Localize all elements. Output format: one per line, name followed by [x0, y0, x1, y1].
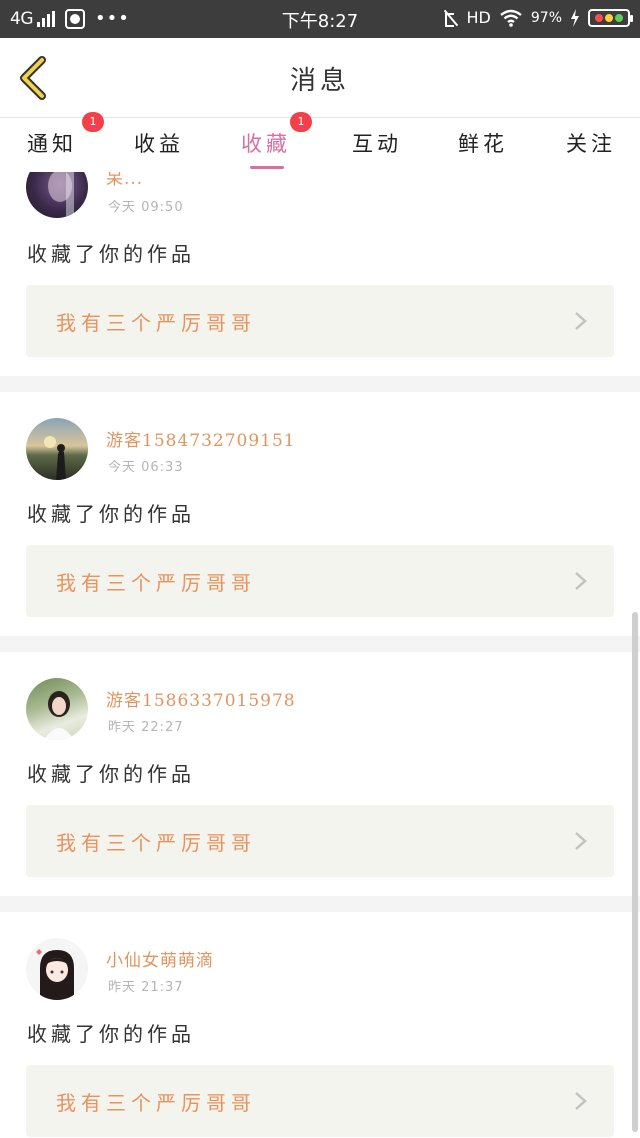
- tab-bar: 通知 1 收益 收藏 1 互动 鲜花 关注: [0, 112, 640, 172]
- username[interactable]: 游客1586337015978: [106, 686, 296, 711]
- timestamp: 昨天 22:27: [108, 720, 184, 735]
- scrollbar[interactable]: [632, 612, 638, 1132]
- chevron-right-icon: [575, 1092, 587, 1110]
- work-title: 我有三个严厉哥哥: [56, 1091, 256, 1115]
- timestamp: 今天 06:33: [108, 460, 184, 475]
- header: 消息: [0, 38, 640, 118]
- battery-icon: [588, 8, 633, 27]
- username[interactable]: 游客1584732709151: [106, 426, 296, 451]
- timestamp: 昨天 21:37: [108, 980, 184, 995]
- timestamp: 今天 09:50: [108, 200, 184, 215]
- tab-earnings[interactable]: 收益: [134, 128, 184, 158]
- avatar[interactable]: [26, 938, 88, 1000]
- tab-favorites[interactable]: 收藏: [241, 128, 291, 158]
- hd-indicator: HD: [466, 8, 491, 27]
- work-title: 我有三个严厉哥哥: [56, 831, 256, 855]
- active-tab-indicator: [250, 166, 284, 169]
- separator: [0, 896, 640, 912]
- work-link[interactable]: 我有三个严厉哥哥: [26, 285, 614, 357]
- mute-icon: [443, 10, 459, 27]
- action-text: 收藏了你的作品: [27, 1022, 195, 1046]
- action-text: 收藏了你的作品: [27, 242, 195, 266]
- list-item: 呆... 今天 09:50 收藏了你的作品 我有三个严厉哥哥: [0, 172, 640, 376]
- page-title: 消息: [289, 66, 350, 96]
- username[interactable]: 小仙女萌萌滴: [106, 946, 214, 971]
- work-title: 我有三个严厉哥哥: [56, 311, 256, 335]
- list-item: 小仙女萌萌滴 昨天 21:37 收藏了你的作品 我有三个严厉哥哥: [0, 912, 640, 1138]
- status-bar: 4G ••• 下午8:27 HD 97%: [0, 0, 640, 38]
- tab-notifications[interactable]: 通知: [27, 128, 77, 158]
- favorites-badge: 1: [290, 112, 312, 132]
- action-text: 收藏了你的作品: [27, 762, 195, 786]
- tab-flowers[interactable]: 鲜花: [458, 128, 508, 158]
- chevron-right-icon: [575, 832, 587, 850]
- tab-interactions[interactable]: 互动: [352, 128, 402, 158]
- list-item: 游客1586337015978 昨天 22:27 收藏了你的作品 我有三个严厉哥…: [0, 652, 640, 896]
- username[interactable]: 呆...: [106, 172, 143, 189]
- work-link[interactable]: 我有三个严厉哥哥: [26, 1065, 614, 1137]
- message-list[interactable]: 呆... 今天 09:50 收藏了你的作品 我有三个严厉哥哥 游客1584732…: [0, 172, 640, 1138]
- work-link[interactable]: 我有三个严厉哥哥: [26, 805, 614, 877]
- avatar[interactable]: [26, 172, 88, 218]
- notification-badge: 1: [82, 112, 104, 132]
- tab-follows[interactable]: 关注: [566, 128, 616, 158]
- avatar[interactable]: [26, 418, 88, 480]
- status-right: HD 97%: [443, 8, 633, 27]
- separator: [0, 636, 640, 652]
- chevron-right-icon: [575, 572, 587, 590]
- charging-icon: [571, 8, 579, 27]
- avatar[interactable]: [26, 678, 88, 740]
- work-link[interactable]: 我有三个严厉哥哥: [26, 545, 614, 617]
- wifi-icon: [500, 9, 522, 27]
- chevron-right-icon: [575, 312, 587, 330]
- action-text: 收藏了你的作品: [27, 502, 195, 526]
- list-item: 游客1584732709151 今天 06:33 收藏了你的作品 我有三个严厉哥…: [0, 392, 640, 636]
- separator: [0, 376, 640, 392]
- battery-percent: 97%: [530, 9, 562, 26]
- work-title: 我有三个严厉哥哥: [56, 571, 256, 595]
